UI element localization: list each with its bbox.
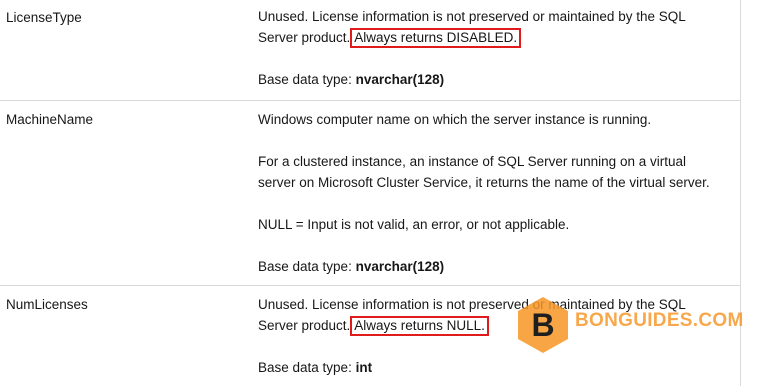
description-line: Unused. License information is not prese… bbox=[258, 297, 686, 312]
base-data-type: Base data type: nvarchar(128) bbox=[258, 256, 728, 277]
property-name: MachineName bbox=[6, 112, 94, 127]
highlighted-note: Always returns DISABLED. bbox=[350, 28, 522, 48]
base-data-type: Base data type: int bbox=[258, 357, 728, 378]
base-data-type: Base data type: nvarchar(128) bbox=[258, 69, 728, 90]
description-line: NULL = Input is not valid, an error, or … bbox=[258, 217, 570, 232]
base-type-label: Base data type: bbox=[258, 360, 356, 375]
property-name: LicenseType bbox=[6, 10, 82, 25]
property-description: Unused. License information is not prese… bbox=[258, 6, 728, 90]
highlighted-note: Always returns NULL. bbox=[350, 316, 489, 336]
base-type-value: int bbox=[355, 360, 373, 375]
table-row: LicenseType Unused. License information … bbox=[0, 0, 740, 101]
base-type-value: nvarchar(128) bbox=[355, 72, 445, 87]
description-line: For a clustered instance, an instance of… bbox=[258, 154, 686, 169]
base-type-label: Base data type: bbox=[258, 72, 356, 87]
property-name: NumLicenses bbox=[6, 297, 88, 312]
description-line: server on Microsoft Cluster Service, it … bbox=[258, 175, 710, 190]
description-line: Unused. License information is not prese… bbox=[258, 9, 686, 24]
description-text: Server product. bbox=[258, 318, 351, 333]
base-type-label: Base data type: bbox=[258, 259, 356, 274]
description-line: Server product. Always returns NULL. bbox=[258, 315, 728, 336]
table-row: NumLicenses Unused. License information … bbox=[0, 286, 740, 386]
property-description: Unused. License information is not prese… bbox=[258, 294, 728, 378]
description-line: Windows computer name on which the serve… bbox=[258, 112, 652, 127]
description-text: Server product. bbox=[258, 30, 351, 45]
properties-table: LicenseType Unused. License information … bbox=[0, 0, 741, 386]
description-line: Server product. Always returns DISABLED. bbox=[258, 27, 728, 48]
property-description: Windows computer name on which the serve… bbox=[258, 109, 728, 277]
table-row: MachineName Windows computer name on whi… bbox=[0, 101, 740, 286]
base-type-value: nvarchar(128) bbox=[355, 259, 445, 274]
